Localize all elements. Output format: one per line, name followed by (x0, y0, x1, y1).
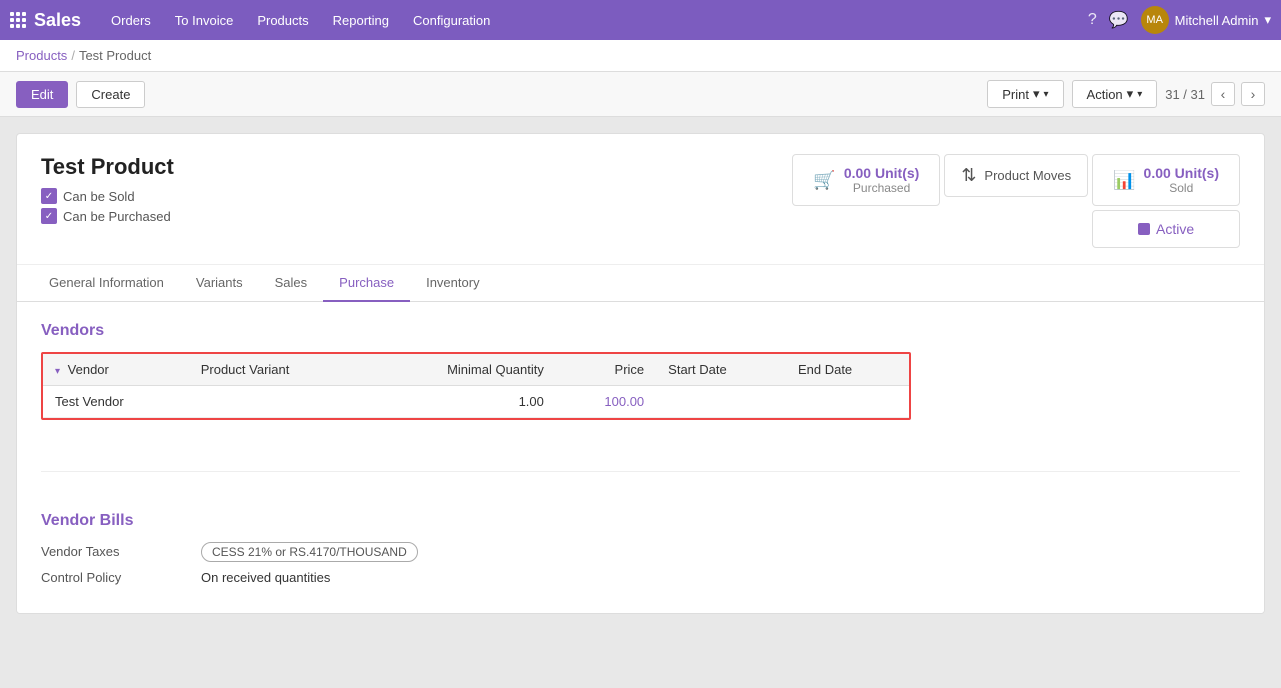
product-header: Test Product ✓ Can be Sold ✓ Can be Purc… (17, 134, 1264, 265)
vendor-taxes-value: CESS 21% or RS.4170/THOUSAND (201, 542, 418, 562)
user-name: Mitchell Admin (1175, 13, 1259, 28)
tab-inventory[interactable]: Inventory (410, 265, 495, 302)
vendors-table: ▾ Vendor Product Variant Minimal Quantit… (43, 354, 909, 418)
can-be-purchased-label: Can be Purchased (63, 209, 171, 224)
cart-icon: 🛒 (813, 170, 835, 191)
vendor-taxes-label: Vendor Taxes (41, 544, 181, 559)
nav-orders[interactable]: Orders (101, 7, 161, 34)
cell-minimal-quantity: 1.00 (366, 386, 556, 418)
tab-sales[interactable]: Sales (259, 265, 324, 302)
can-be-purchased-checkbox[interactable]: ✓ (41, 208, 57, 224)
vendors-table-header: ▾ Vendor Product Variant Minimal Quantit… (43, 354, 909, 386)
col-price: Price (556, 354, 656, 386)
sold-stat-button[interactable]: 📊 0.00 Unit(s) Sold (1092, 154, 1240, 206)
page-header: Products / Test Product (0, 40, 1281, 72)
vendor-bills-title: Vendor Bills (41, 512, 1240, 530)
sort-arrow-icon: ▾ (55, 366, 60, 377)
user-chevron-icon: ▾ (1264, 12, 1271, 28)
vendors-table-body: Test Vendor 1.00 100.00 (43, 386, 909, 418)
breadcrumb-separator: / (71, 48, 75, 63)
control-policy-label: Control Policy (41, 570, 181, 585)
vendor-tax-tag[interactable]: CESS 21% or RS.4170/THOUSAND (201, 542, 418, 562)
nav-configuration[interactable]: Configuration (403, 7, 500, 34)
purchased-label: Purchased (844, 181, 919, 195)
active-label: Active (1156, 221, 1194, 237)
product-moves-button[interactable]: ⇅ Product Moves (944, 154, 1088, 197)
navbar-right: ? 💬 MA Mitchell Admin ▾ (1088, 6, 1271, 34)
create-button[interactable]: Create (76, 81, 145, 108)
purchase-tab-content: Vendors ▾ Vendor Product Variant Minimal… (17, 302, 1264, 613)
table-row[interactable]: Test Vendor 1.00 100.00 (43, 386, 909, 418)
control-policy-row: Control Policy On received quantities (41, 570, 1240, 585)
product-card: Test Product ✓ Can be Sold ✓ Can be Purc… (16, 133, 1265, 614)
app-title: Sales (34, 10, 81, 31)
tab-general-information[interactable]: General Information (33, 265, 180, 302)
can-be-purchased-row: ✓ Can be Purchased (41, 208, 174, 224)
vendors-title: Vendors (41, 322, 1240, 340)
vendor-bills-section: Vendor Bills Vendor Taxes CESS 21% or RS… (41, 512, 1240, 585)
action-button[interactable]: Action ▾ (1072, 80, 1158, 108)
moves-icon: ⇅ (961, 165, 976, 186)
nav-to-invoice[interactable]: To Invoice (165, 7, 244, 34)
cell-price: 100.00 (556, 386, 656, 418)
product-tabs: General Information Variants Sales Purch… (17, 265, 1264, 302)
vendors-table-wrapper: ▾ Vendor Product Variant Minimal Quantit… (41, 352, 911, 420)
action-chevron-icon: ▾ (1127, 86, 1134, 102)
product-stats: 🛒 0.00 Unit(s) Purchased ⇅ Product Moves (792, 154, 1240, 248)
tab-variants[interactable]: Variants (180, 265, 259, 302)
nav-reporting[interactable]: Reporting (323, 7, 399, 34)
product-moves-label: Product Moves (984, 168, 1071, 183)
sold-label: Sold (1144, 181, 1219, 195)
edit-button[interactable]: Edit (16, 81, 68, 108)
pagination-next-button[interactable]: › (1241, 82, 1265, 106)
sold-amount: 0.00 Unit(s) (1144, 165, 1219, 181)
active-badge-button[interactable]: Active (1092, 210, 1240, 248)
col-end-date: End Date (786, 354, 909, 386)
print-label: Print (1002, 87, 1029, 102)
vendor-taxes-row: Vendor Taxes CESS 21% or RS.4170/THOUSAN… (41, 542, 1240, 562)
cell-vendor: Test Vendor (43, 386, 189, 418)
tab-purchase[interactable]: Purchase (323, 265, 410, 302)
action-label: Action (1087, 87, 1123, 102)
product-title-section: Test Product ✓ Can be Sold ✓ Can be Purc… (41, 154, 174, 228)
breadcrumb-current: Test Product (79, 48, 151, 63)
help-icon[interactable]: ? (1088, 11, 1097, 29)
purchased-stat-button[interactable]: 🛒 0.00 Unit(s) Purchased (792, 154, 940, 206)
toolbar: Edit Create Print ▾ Action ▾ 31 / 31 ‹ › (0, 72, 1281, 117)
print-button[interactable]: Print ▾ (987, 80, 1063, 108)
can-be-sold-checkbox[interactable]: ✓ (41, 188, 57, 204)
print-chevron-icon: ▾ (1033, 86, 1040, 102)
purchased-amount: 0.00 Unit(s) (844, 165, 919, 181)
pagination-text: 31 / 31 (1165, 87, 1205, 102)
col-start-date: Start Date (656, 354, 786, 386)
nav-products[interactable]: Products (247, 7, 318, 34)
control-policy-value: On received quantities (201, 570, 330, 585)
chat-icon[interactable]: 💬 (1109, 10, 1129, 30)
col-vendor: ▾ Vendor (43, 354, 189, 386)
cell-product-variant (189, 386, 366, 418)
main-nav: Orders To Invoice Products Reporting Con… (101, 7, 1088, 34)
cell-end-date (786, 386, 909, 418)
navbar: Sales Orders To Invoice Products Reporti… (0, 0, 1281, 40)
can-be-sold-label: Can be Sold (63, 189, 135, 204)
app-brand[interactable]: Sales (10, 10, 81, 31)
col-minimal-quantity: Minimal Quantity (366, 354, 556, 386)
product-title: Test Product (41, 154, 174, 180)
pagination: 31 / 31 ‹ › (1165, 82, 1265, 106)
user-menu[interactable]: MA Mitchell Admin ▾ (1141, 6, 1271, 34)
breadcrumb-parent[interactable]: Products (16, 48, 67, 63)
breadcrumb: Products / Test Product (0, 40, 1281, 71)
user-avatar: MA (1141, 6, 1169, 34)
active-icon (1138, 223, 1150, 235)
pagination-prev-button[interactable]: ‹ (1211, 82, 1235, 106)
can-be-sold-row: ✓ Can be Sold (41, 188, 174, 204)
chart-icon: 📊 (1113, 170, 1135, 191)
cell-start-date (656, 386, 786, 418)
content-area: Test Product ✓ Can be Sold ✓ Can be Purc… (0, 117, 1281, 688)
grid-icon (10, 12, 26, 28)
col-product-variant: Product Variant (189, 354, 366, 386)
section-divider (41, 471, 1240, 472)
vendors-section: Vendors ▾ Vendor Product Variant Minimal… (41, 322, 1240, 431)
